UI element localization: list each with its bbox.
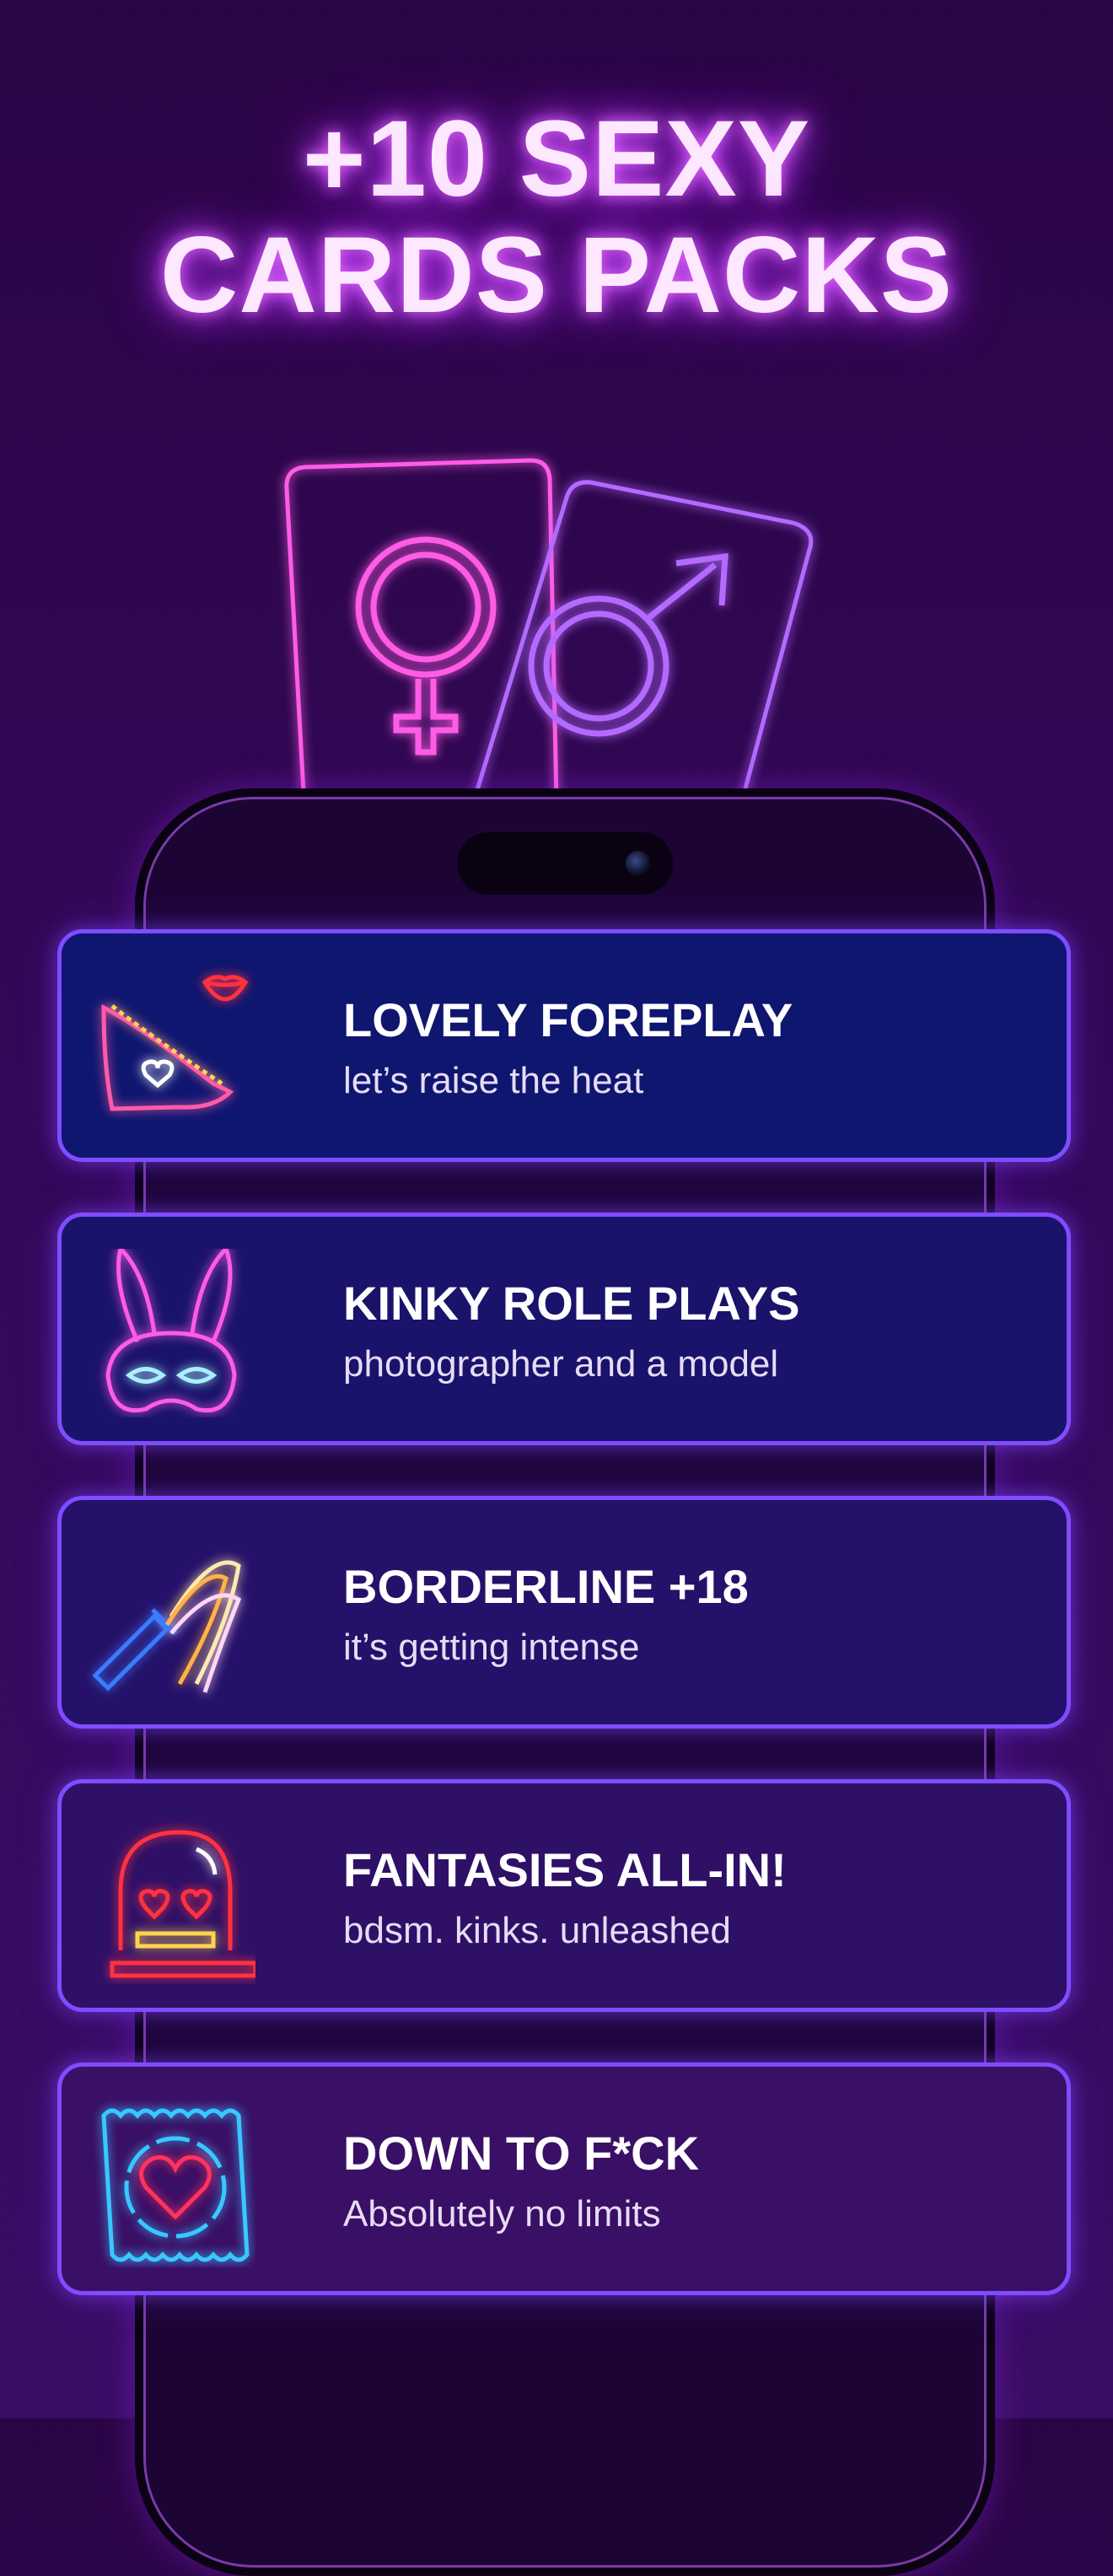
pack-card-kinky-role-plays[interactable]: KINKY ROLE PLAYS photographer and a mode… bbox=[57, 1213, 1071, 1445]
pack-subtitle: it’s getting intense bbox=[343, 1627, 640, 1668]
pack-card-lovely-foreplay[interactable]: LOVELY FOREPLAY let’s raise the heat bbox=[57, 929, 1071, 1162]
headline-line-1: +10 SEXY bbox=[302, 99, 811, 219]
bunny-mask-icon bbox=[105, 1249, 237, 1413]
pack-title: BORDERLINE +18 bbox=[343, 1560, 749, 1613]
panties-lips-icon bbox=[101, 975, 249, 1111]
pack-card-borderline-18[interactable]: BORDERLINE +18 it’s getting intense bbox=[57, 1496, 1071, 1729]
pack-title: KINKY ROLE PLAYS bbox=[343, 1277, 800, 1330]
headline: +10 SEXY CARDS PACKS bbox=[0, 101, 1113, 334]
pack-title: LOVELY FOREPLAY bbox=[343, 993, 793, 1046]
hero-cards bbox=[284, 458, 814, 801]
pack-subtitle: Absolutely no limits bbox=[343, 2193, 661, 2235]
pack-title: DOWN TO F*CK bbox=[343, 2127, 700, 2180]
male-symbol-icon bbox=[528, 552, 729, 737]
whip-icon bbox=[92, 1560, 242, 1693]
pack-subtitle: bdsm. kinks. unleashed bbox=[343, 1910, 731, 1951]
male-card bbox=[471, 480, 814, 801]
pack-subtitle: let’s raise the heat bbox=[343, 1060, 644, 1101]
female-symbol-icon bbox=[355, 536, 497, 756]
pack-subtitle: photographer and a model bbox=[343, 1343, 779, 1385]
pack-card-down-to-fck[interactable]: DOWN TO F*CK Absolutely no limits bbox=[57, 2062, 1071, 2295]
in-love-ghost-icon bbox=[110, 1830, 255, 1978]
female-card bbox=[284, 458, 559, 801]
condom-heart-icon bbox=[101, 2108, 250, 2262]
headline-line-2: CARDS PACKS bbox=[159, 215, 954, 336]
pack-title: FANTASIES ALL-IN! bbox=[343, 1843, 787, 1896]
pack-card-fantasies-all-in[interactable]: FANTASIES ALL-IN! bdsm. kinks. unleashed bbox=[57, 1779, 1071, 2012]
camera-icon bbox=[626, 851, 651, 876]
dynamic-island bbox=[457, 832, 673, 895]
packs-list: LOVELY FOREPLAY let’s raise the heat KIN… bbox=[57, 929, 1071, 2346]
